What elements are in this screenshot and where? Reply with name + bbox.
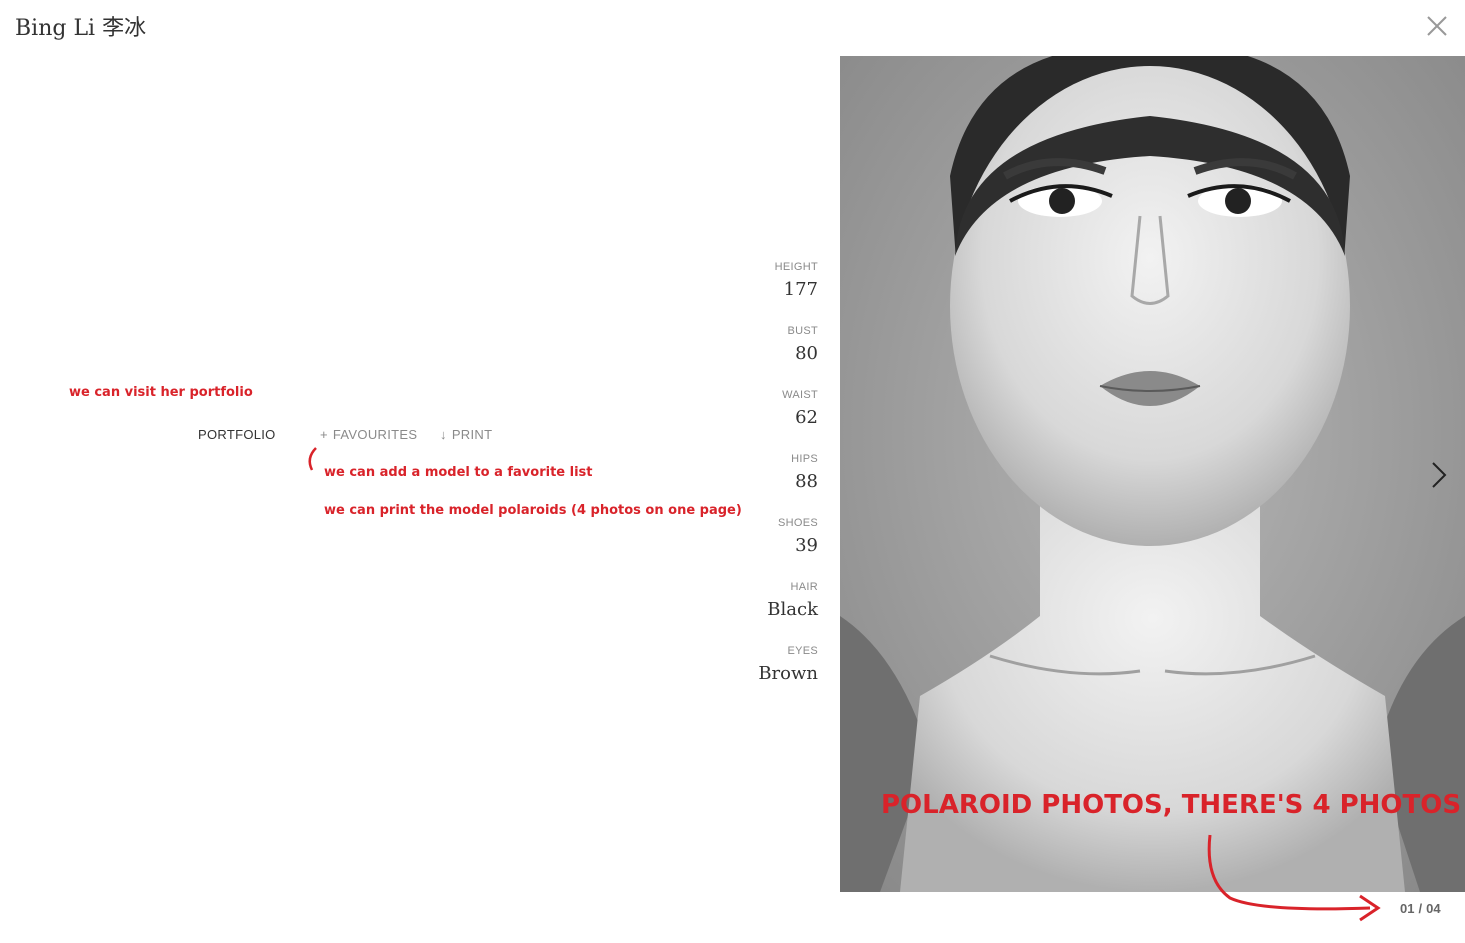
stat-value: Brown [758, 663, 818, 684]
portrait-illustration [840, 56, 1465, 892]
model-detail-page: Bing Li 李冰 we can visit her portfolio PO… [0, 0, 1465, 943]
annotation-favourites: we can add a model to a favorite list [324, 465, 593, 480]
plus-icon: + [320, 427, 328, 442]
annotation-print: we can print the model polaroids (4 phot… [324, 503, 742, 518]
favourites-button[interactable]: + FAVOURITES [320, 427, 417, 442]
stat-value: 80 [795, 343, 818, 364]
stat-label: SHOES [777, 517, 818, 529]
stat-value: 39 [795, 535, 818, 556]
print-button[interactable]: ↓ PRINT [440, 427, 492, 442]
close-button[interactable] [1424, 13, 1450, 39]
model-name: Bing Li 李冰 [15, 16, 147, 41]
stat-waist: WAIST 62 [758, 388, 818, 431]
annotation-arrow-head [1359, 894, 1381, 922]
photo-counter: 01/04 [1400, 901, 1441, 916]
stat-label: BUST [787, 325, 818, 337]
annotation-bracket [308, 447, 317, 471]
download-arrow-icon: ↓ [440, 427, 447, 442]
stat-value: 177 [783, 279, 818, 300]
stat-label: HEIGHT [774, 261, 818, 273]
stat-eyes: EYES Brown [758, 644, 818, 687]
stat-label: HAIR [790, 581, 818, 593]
stat-hair: HAIR Black [758, 580, 818, 623]
stat-label: HIPS [791, 453, 818, 465]
next-photo-button[interactable] [1428, 460, 1450, 490]
counter-separator: / [1418, 901, 1423, 916]
counter-current: 01 [1400, 901, 1415, 916]
portfolio-link[interactable]: PORTFOLIO [198, 427, 276, 442]
stat-label: WAIST [782, 389, 818, 401]
stat-value: Black [767, 599, 818, 620]
model-polaroid-photo[interactable] [840, 56, 1465, 892]
counter-total: 04 [1426, 901, 1441, 916]
close-icon [1427, 16, 1447, 36]
stat-bust: BUST 80 [758, 324, 818, 367]
stat-hips: HIPS 88 [758, 452, 818, 495]
stat-value: 88 [795, 471, 818, 492]
stat-label: EYES [787, 645, 818, 657]
chevron-right-icon [1432, 462, 1447, 488]
print-label: PRINT [451, 427, 493, 442]
annotation-polaroid: POLAROID PHOTOS, THERE'S 4 PHOTOS [881, 790, 1462, 820]
stat-shoes: SHOES 39 [758, 516, 818, 559]
annotation-portfolio: we can visit her portfolio [69, 385, 253, 400]
model-measurements: HEIGHT 177 BUST 80 WAIST 62 HIPS 88 SHOE… [758, 260, 818, 708]
stat-height: HEIGHT 177 [758, 260, 818, 303]
favourites-label: FAVOURITES [332, 427, 418, 442]
stat-value: 62 [795, 407, 818, 428]
